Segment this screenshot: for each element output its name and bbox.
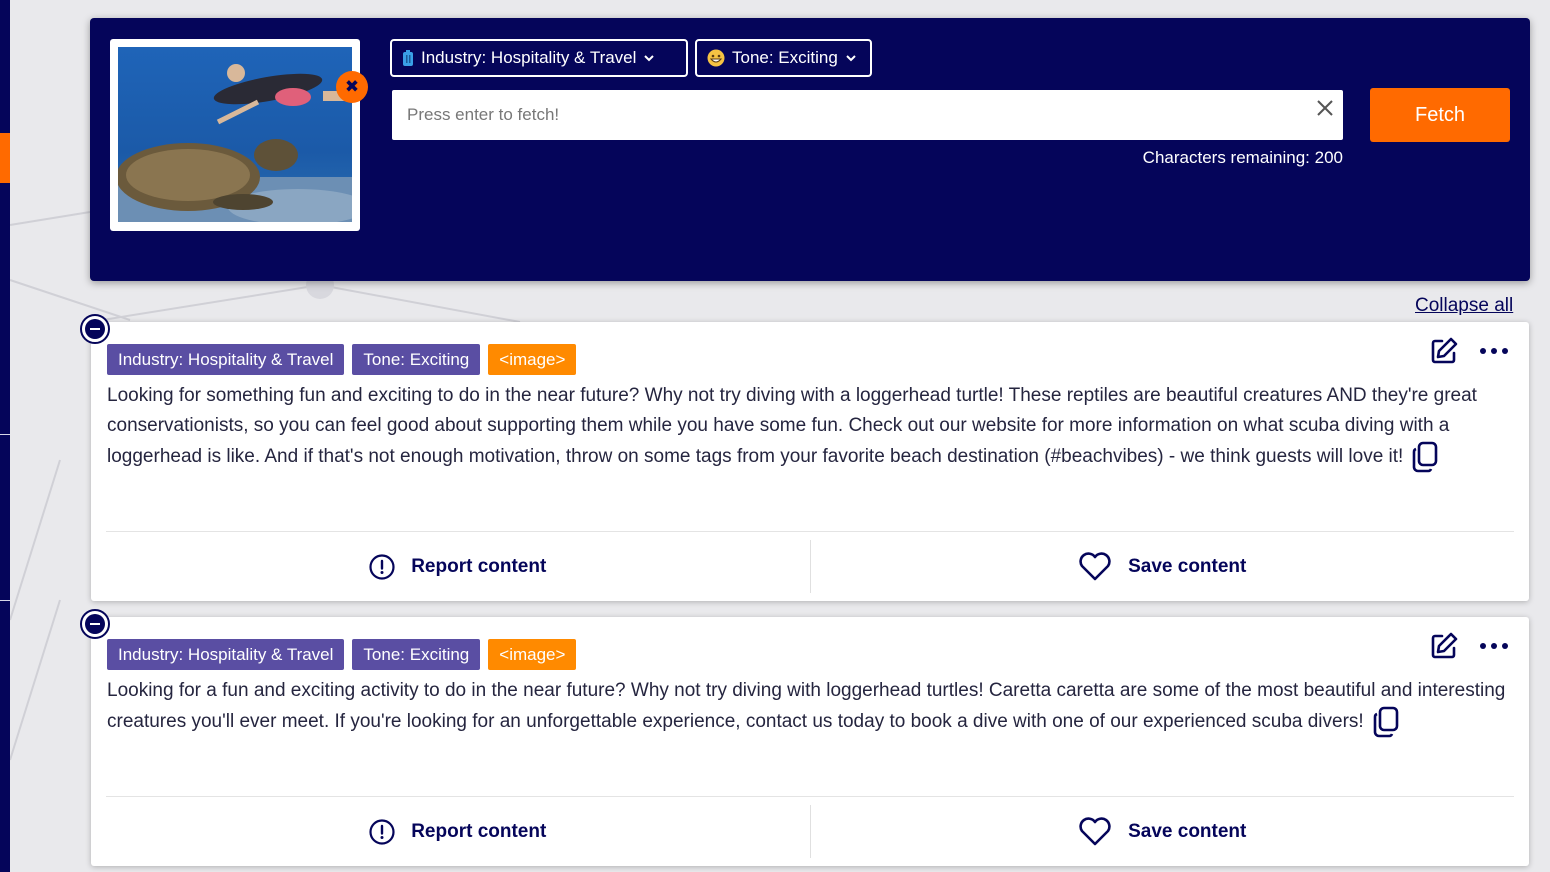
more-options-icon[interactable]	[1479, 641, 1509, 651]
report-content-button[interactable]: Report content	[106, 797, 810, 866]
card-footer: Report content Save content	[106, 796, 1514, 866]
image-tag: <image>	[488, 344, 577, 375]
characters-remaining: Characters remaining: 200	[1142, 148, 1343, 167]
heart-icon	[1079, 816, 1111, 845]
tone-dropdown[interactable]: Tone: Exciting	[695, 39, 872, 77]
report-content-button[interactable]: Report content	[106, 532, 810, 601]
sidebar-active-indicator	[0, 133, 10, 183]
industry-dropdown-label: Industry: Hospitality & Travel	[421, 48, 637, 67]
collapse-all-link[interactable]: Collapse all	[1415, 295, 1513, 317]
generated-content: Looking for a fun and exciting activity …	[107, 676, 1507, 738]
result-card: Industry: Hospitality & Travel Tone: Exc…	[80, 314, 1529, 601]
fetch-button[interactable]: Fetch	[1370, 88, 1510, 142]
remove-image-button[interactable]: ✖	[336, 71, 368, 103]
save-content-label: Save content	[1128, 555, 1247, 577]
industry-dropdown[interactable]: Industry: Hospitality & Travel	[390, 39, 688, 77]
clear-search-icon[interactable]	[1315, 98, 1335, 118]
minus-circle-icon	[85, 319, 105, 339]
tag-list: Industry: Hospitality & Travel Tone: Exc…	[107, 639, 577, 670]
sidebar-divider	[0, 600, 10, 601]
edit-icon[interactable]	[1429, 336, 1459, 366]
result-card: Industry: Hospitality & Travel Tone: Exc…	[80, 609, 1529, 866]
image-tag: <image>	[488, 639, 577, 670]
sidebar-divider	[0, 434, 10, 435]
card-actions	[1429, 336, 1509, 366]
chevron-down-icon	[644, 55, 655, 62]
alert-circle-icon	[369, 553, 395, 580]
alert-circle-icon	[369, 818, 395, 845]
chevron-down-icon	[846, 55, 856, 62]
save-content-button[interactable]: Save content	[811, 532, 1515, 601]
minus-circle-icon	[85, 614, 105, 634]
search-box	[392, 90, 1343, 140]
generated-content-text: Looking for something fun and exciting t…	[107, 385, 1477, 468]
industry-tag: Industry: Hospitality & Travel	[107, 344, 345, 375]
report-content-label: Report content	[411, 555, 547, 577]
edit-icon[interactable]	[1429, 631, 1459, 661]
search-panel: ✖ Industry: Hospitality & Travel Tone: E…	[90, 18, 1530, 281]
more-options-icon[interactable]	[1479, 346, 1509, 356]
copy-icon[interactable]	[1411, 441, 1439, 473]
close-icon: ✖	[344, 77, 360, 97]
suitcase-icon	[403, 50, 413, 66]
heart-icon	[1079, 551, 1111, 580]
save-content-label: Save content	[1128, 820, 1247, 842]
image-thumbnail-frame: ✖	[110, 39, 368, 231]
grinning-face-icon	[707, 49, 725, 67]
image-thumbnail[interactable]	[118, 47, 352, 222]
tone-tag: Tone: Exciting	[352, 344, 481, 375]
left-sidebar-rail	[0, 0, 10, 872]
turtle-photo	[118, 47, 352, 222]
report-content-label: Report content	[411, 820, 547, 842]
search-input[interactable]	[392, 90, 1343, 140]
tone-tag: Tone: Exciting	[352, 639, 481, 670]
collapse-card-button[interactable]	[80, 314, 110, 344]
card-actions	[1429, 631, 1509, 661]
card-footer: Report content Save content	[106, 531, 1514, 601]
collapse-card-button[interactable]	[80, 609, 110, 639]
tag-list: Industry: Hospitality & Travel Tone: Exc…	[107, 344, 577, 375]
save-content-button[interactable]: Save content	[811, 797, 1515, 866]
copy-icon[interactable]	[1372, 706, 1400, 738]
tone-dropdown-label: Tone: Exciting	[732, 48, 838, 67]
generated-content: Looking for something fun and exciting t…	[107, 381, 1507, 473]
industry-tag: Industry: Hospitality & Travel	[107, 639, 345, 670]
generated-content-text: Looking for a fun and exciting activity …	[107, 680, 1506, 733]
